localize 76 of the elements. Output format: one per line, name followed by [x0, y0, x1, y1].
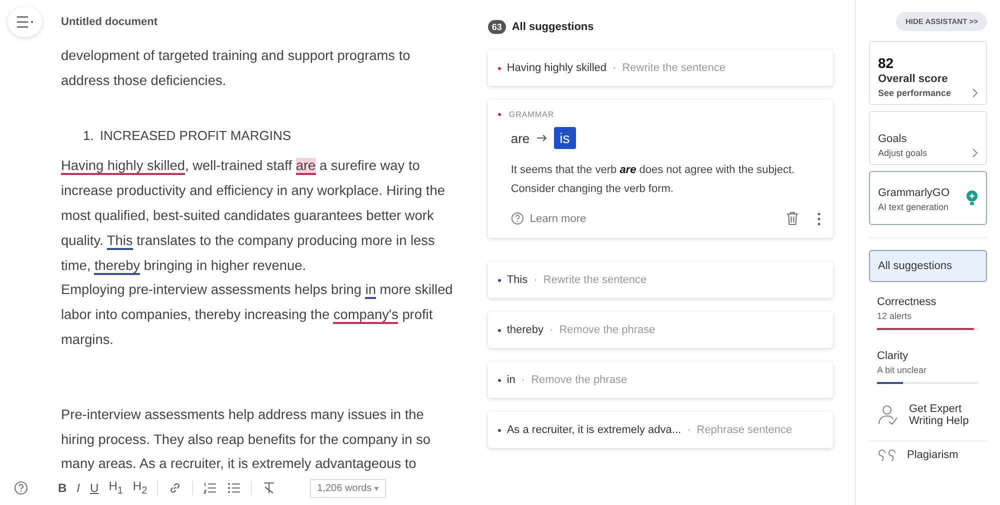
category-tab[interactable]: Correctness 12 alerts	[869, 288, 987, 336]
category-tab[interactable]: Clarity A bit unclear	[869, 342, 987, 390]
chevron-right-icon	[972, 148, 978, 158]
person-icon	[877, 404, 899, 426]
card-subtitle: See performance	[878, 88, 952, 98]
card-title: Goals	[878, 133, 908, 145]
separator-dot: ·	[550, 324, 554, 336]
arrow-icon	[536, 133, 548, 143]
caret-icon	[374, 486, 380, 490]
separator-dot: ·	[521, 374, 526, 386]
separator-dot: ·	[534, 274, 538, 286]
format-button[interactable]: H$_{2}$	[132, 479, 148, 497]
tool-link[interactable]: Get Expert Writing Help	[909, 403, 979, 427]
suggestion-phrase: This	[506, 274, 528, 286]
format-button[interactable]: U	[90, 480, 99, 495]
suggestion-card[interactable]: This · Rewrite the sentence	[488, 262, 833, 298]
category-detail: 12 alerts	[877, 311, 913, 321]
category-label: GRAMMAR	[508, 110, 554, 119]
trash-icon[interactable]	[786, 211, 799, 226]
help-icon	[510, 212, 524, 225]
suggestion-phrase: in	[506, 374, 516, 386]
more-icon[interactable]	[817, 212, 821, 226]
paragraph: development of targeted training and support programs to address those deficiencies.	[61, 47, 412, 90]
paragraph: Pre-interview assessments help address many issues in the hiring process. They also reap benefits for the company in so many areas. As a recruiter, it is extremely advantageous to	[61, 406, 432, 474]
card-title: GrammarlyGO	[878, 186, 950, 198]
suggestion-action: Rewrite the sentence	[543, 274, 647, 286]
separator-dot: ·	[687, 424, 691, 436]
format-button[interactable]: H$_{1}$	[108, 479, 123, 497]
tool-link[interactable]: Plagiarism	[907, 449, 977, 461]
chevron-right-icon	[972, 88, 978, 98]
suggestion-action: Rewrite the sentence	[622, 62, 726, 74]
assistant-card[interactable]: 82 Overall score See performance	[869, 41, 987, 105]
card-subtitle: Adjust goals	[878, 148, 928, 158]
replacement-button[interactable]: is	[554, 127, 576, 149]
suggestion-card[interactable]: As a recruiter, it is extremely adva... · Rephrase sentence	[488, 412, 833, 448]
suggestion-action: Remove the phrase	[559, 324, 656, 336]
assistant-card[interactable]: GrammarlyGO AI text generation	[869, 171, 987, 225]
score-value: 82	[878, 55, 895, 71]
format-button[interactable]: B	[58, 480, 67, 495]
suggestion-action: Remove the phrase	[531, 374, 628, 386]
suggestion-phrase: Having highly skilled	[506, 62, 607, 74]
explanation-text: It seems that the verb are does not agree with the subject. Consider changing the verb form.	[510, 163, 796, 197]
link-icon[interactable]	[168, 480, 182, 495]
menu-button[interactable]	[8, 7, 42, 37]
category-tab[interactable]: All suggestions	[869, 250, 987, 282]
original-word: are	[510, 130, 530, 146]
bullet-list-icon[interactable]	[227, 480, 242, 495]
document-title: Untitled document	[61, 16, 158, 28]
suggestion-card[interactable]: in · Remove the phrase	[488, 362, 833, 398]
category-detail: A bit unclear	[877, 365, 928, 375]
suggestions-heading: All suggestions	[512, 21, 594, 33]
suggestion-card[interactable]: thereby · Remove the phrase	[488, 312, 833, 348]
category-label: Correctness	[877, 296, 938, 308]
help-icon[interactable]	[14, 481, 28, 495]
lightbulb-icon	[966, 190, 978, 206]
learn-more-link[interactable]: Learn more	[530, 212, 586, 224]
suggestion-card[interactable]: Having highly skilled · Rewrite the sentence	[488, 50, 833, 86]
suggestion-phrase: As a recruiter, it is extremely adva...	[506, 424, 682, 436]
numbered-list-icon[interactable]	[203, 480, 218, 495]
word-count-button[interactable]: 1,206 words	[310, 478, 386, 498]
assistant-card[interactable]: Goals Adjust goals	[869, 111, 987, 165]
category-label: Clarity	[877, 350, 910, 362]
card-title: Overall score	[878, 73, 949, 85]
quote-icon	[877, 448, 897, 462]
format-button[interactable]: I	[76, 480, 80, 495]
paragraph: Employing pre-interview assessments helps bring in more skilled labor into companies, thereby increasing the company's profit margins.	[61, 281, 453, 349]
paragraph: Having highly skilled, well-trained staff are a surefire way to increase productivity and efficiency in any workplace. Hiring the most qualified, best-suited candidates guarantees better work quality. This translates to the company producing more in less time, thereby bringing in higher revenue.	[61, 157, 446, 277]
clear-format-icon[interactable]	[262, 480, 276, 495]
suggestion-phrase: thereby	[506, 324, 544, 336]
menu-icon	[16, 16, 34, 28]
heading-text: INCREASED PROFIT MARGINS	[100, 126, 292, 145]
separator-dot: ·	[612, 62, 616, 74]
count-badge: 63	[488, 20, 506, 34]
suggestion-action: Rephrase sentence	[696, 424, 792, 436]
list-number: 1.	[83, 126, 94, 145]
card-subtitle: AI text generation	[878, 202, 950, 212]
